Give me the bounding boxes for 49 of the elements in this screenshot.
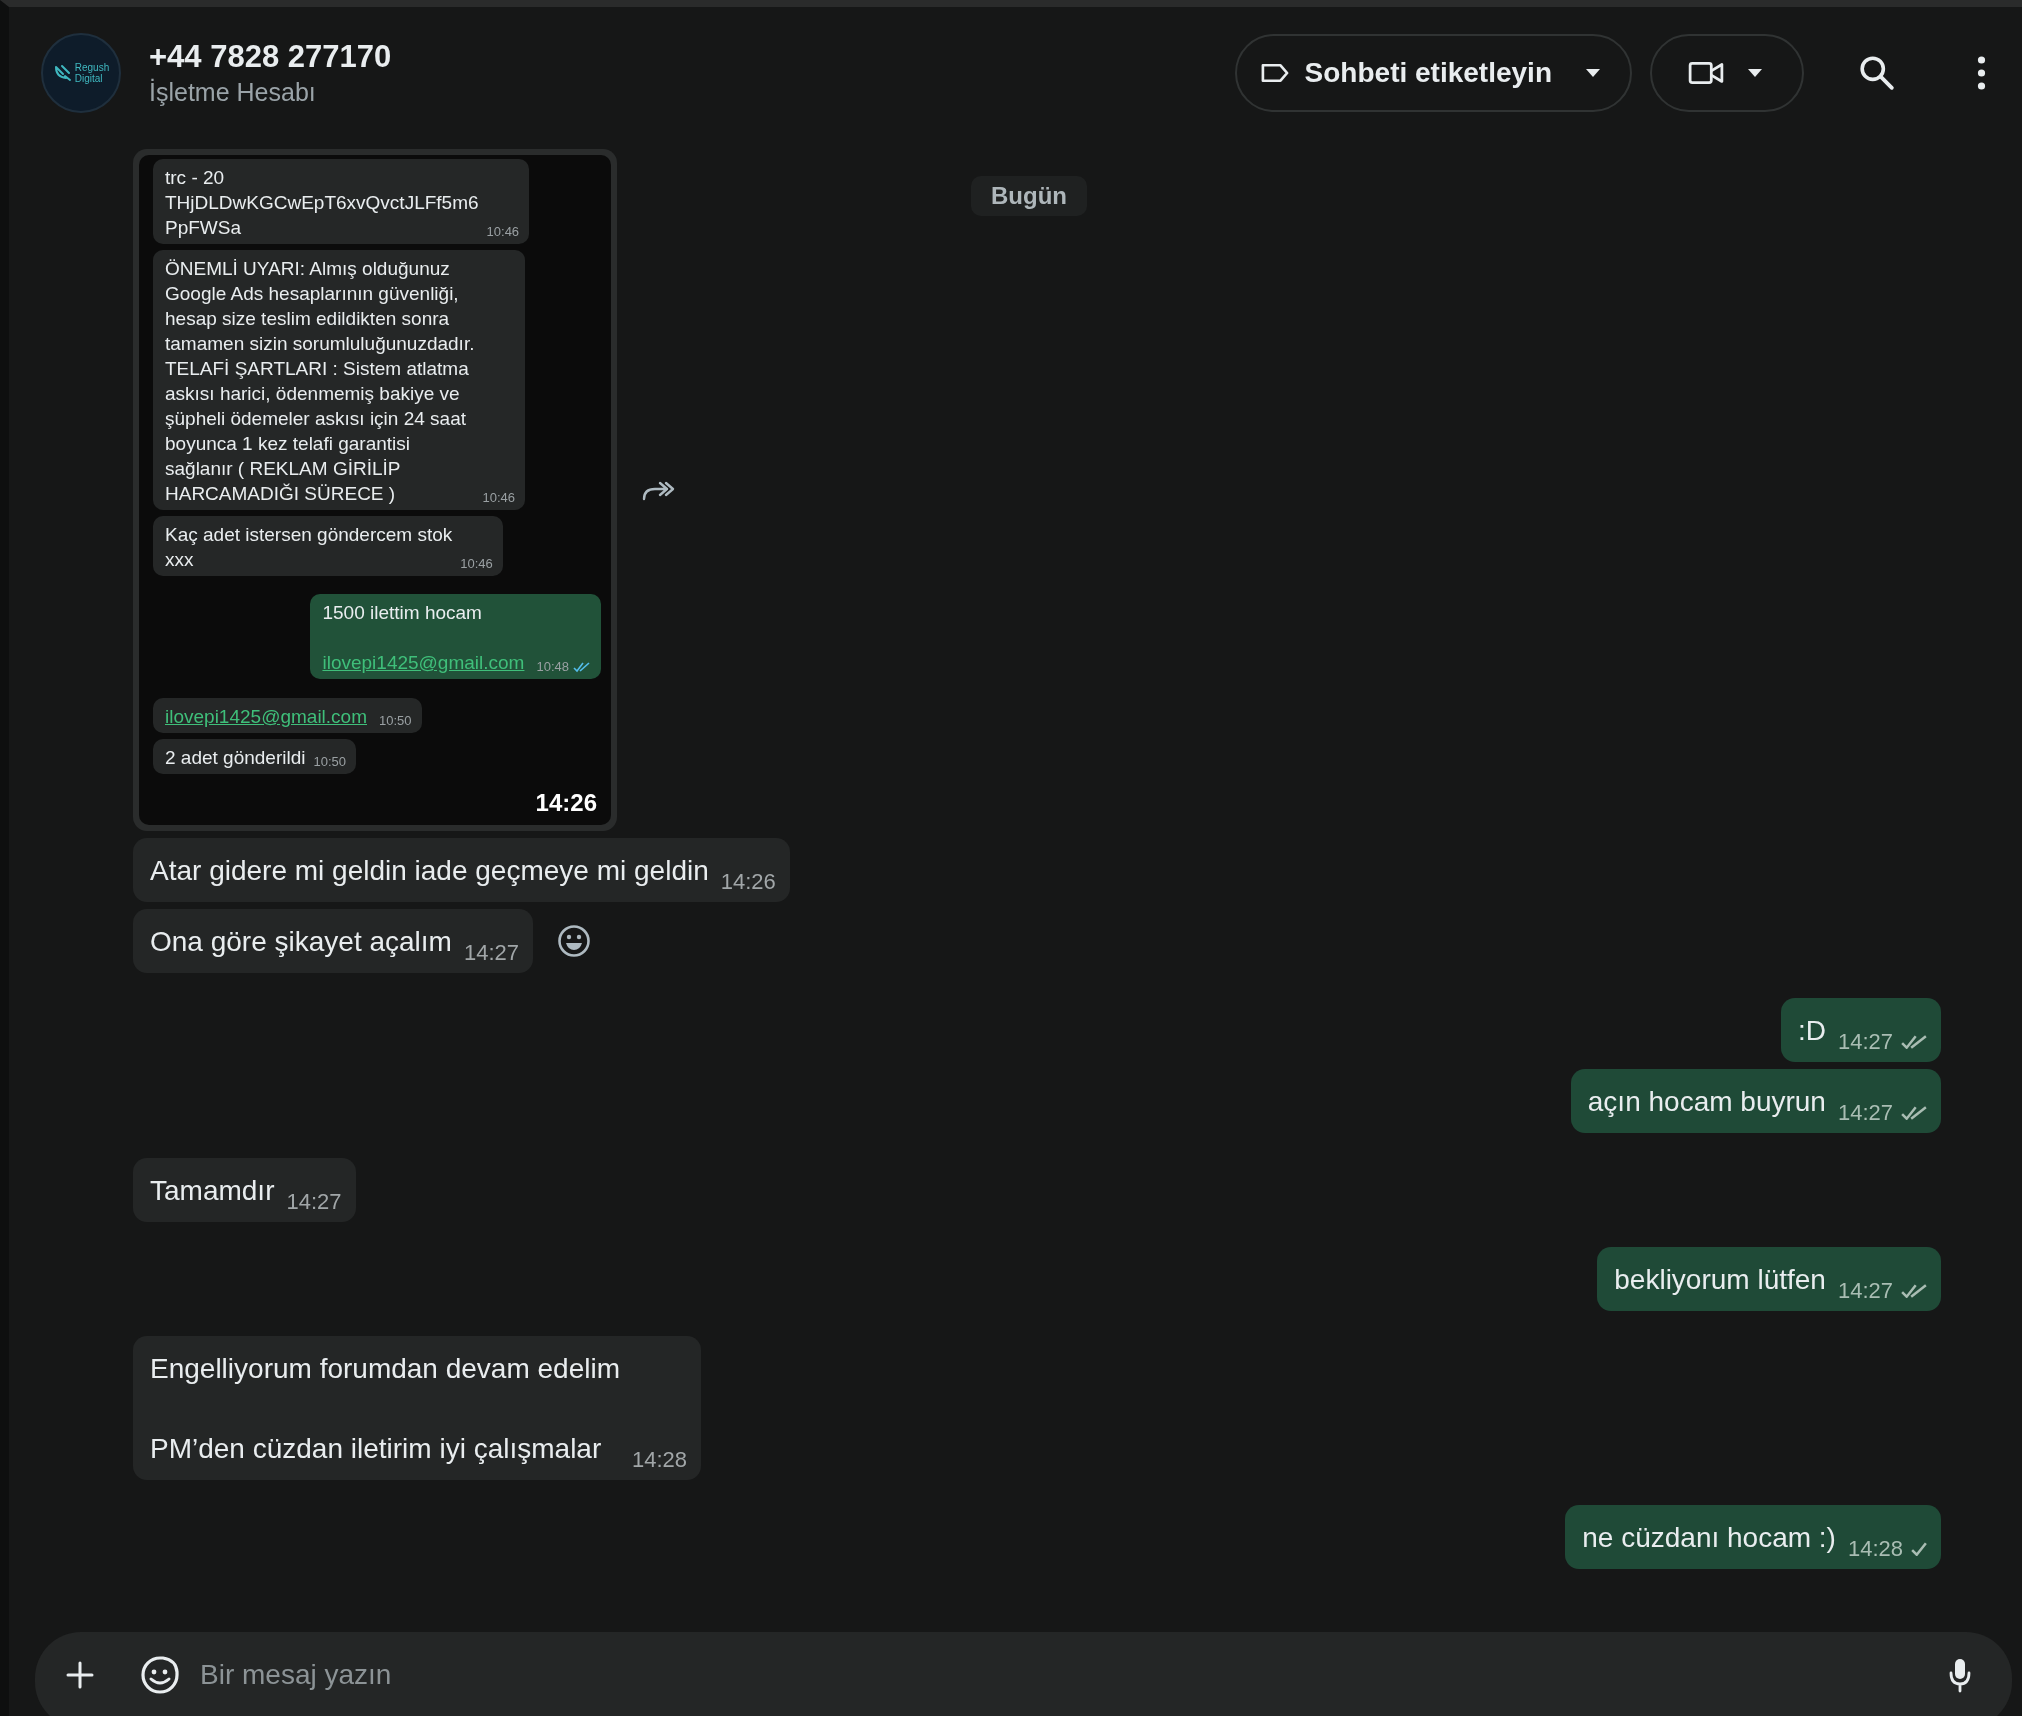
smiley-icon[interactable] [557, 924, 591, 958]
message-time: 10:50 [313, 754, 347, 770]
message-text: 1500 ilettim hocam [322, 601, 483, 625]
video-call-button[interactable] [1650, 33, 1804, 112]
message-time: 10:46 [486, 224, 520, 240]
video-camera-icon [1688, 60, 1724, 85]
forward-icon[interactable] [641, 479, 675, 501]
message-time: 14:27 [1837, 1100, 1893, 1126]
message-time: 14:26 [535, 789, 597, 817]
message-text: Tamamdır [150, 1174, 275, 1208]
plus-icon[interactable] [65, 1660, 95, 1690]
message-time: 14:28 [632, 1447, 688, 1473]
contact-subtitle: İşletme Hesabı [149, 76, 317, 108]
message-time: 14:27 [1837, 1029, 1893, 1055]
message-text: trc - 20 THjDLDwKGCwEpT6xvQvctJLFf5m6 PpFWSa [165, 166, 479, 240]
email-link[interactable]: ilovepi1425@gmail.com [322, 650, 525, 675]
date-separator: Bugün [971, 176, 1087, 216]
message-input[interactable]: Bir mesaj yazın [198, 1658, 1948, 1692]
message-time: 10:48 [536, 659, 569, 675]
caret-icon [1586, 68, 1600, 77]
message-text: bekliyorum lütfen [1614, 1263, 1826, 1297]
message-text: Kaç adet istersen göndercem stok xxx [165, 523, 453, 572]
message-text: :D [1797, 1014, 1826, 1048]
microphone-icon[interactable] [1948, 1657, 1972, 1693]
message-text: ne cüzdanı hocam :) [1582, 1521, 1836, 1555]
label-chat-button[interactable]: Sohbeti etiketleyin [1234, 33, 1632, 112]
message-composer[interactable]: Bir mesaj yazın [35, 1632, 2012, 1716]
logo-text: Regush [74, 61, 110, 73]
message-time: 10:46 [482, 490, 515, 506]
caret-icon [1748, 68, 1762, 77]
message-time: 14:28 [1847, 1536, 1903, 1562]
message-text: ÖNEMLİ UYARI: Almış olduğunuz Google Ads hesaplarının güvenliği, hesap size teslim edildikten sonra tamamen sizin sorumluluğunuzdadır. TELAFİ ŞARTLARI : Sistem atlatma askısı harici, ödenmemiş bakiye ve şüpheli ödemeler askısı için 24 saat boyunca 1 kez telafi garantisi sağlanır ( REKLAM GİRİLİP HARCAMADIĞI SÜRECE ) [165, 257, 475, 506]
contact-avatar[interactable]: Regush Digital [41, 32, 121, 113]
message-time: 14:27 [286, 1189, 342, 1215]
contact-name: +44 7828 277170 [149, 37, 393, 76]
message-text: açın hocam buyrun [1587, 1085, 1826, 1119]
message-text: Ona göre şikayet açalım [150, 925, 452, 959]
message-text: 2 adet gönderildi [165, 746, 306, 770]
search-icon[interactable] [1859, 54, 1895, 91]
message-text: Engelliyorum forumdan devam edelim PM’den cüzdan iletirim iyi çalışmalar [150, 1352, 620, 1466]
message-time: 14:27 [1837, 1278, 1893, 1304]
message-time: 10:50 [379, 713, 412, 729]
message-time: 14:27 [463, 940, 519, 966]
message-text: Atar gidere mi geldin iade geçmeye mi geldin [150, 854, 709, 888]
message-time: 14:26 [720, 869, 776, 895]
message-time: 10:46 [460, 556, 493, 572]
logo-text: Digital [74, 72, 103, 84]
menu-icon[interactable] [1977, 55, 1986, 90]
email-link[interactable]: ilovepi1425@gmail.com [165, 704, 367, 729]
